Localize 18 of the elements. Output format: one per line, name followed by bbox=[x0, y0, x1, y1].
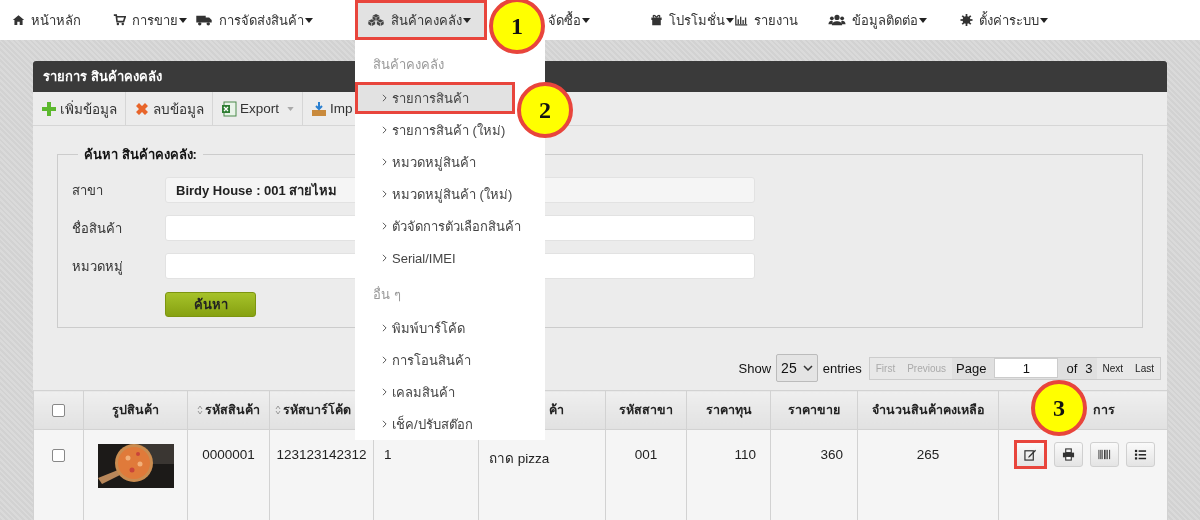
total-pages: 3 bbox=[1084, 360, 1094, 376]
table-cell: 360 bbox=[820, 447, 843, 462]
field-label: สาขา bbox=[72, 181, 104, 200]
table-cell: 123123142312 bbox=[276, 447, 367, 462]
table-cell: 0000001 bbox=[202, 447, 255, 462]
table-cell: 001 bbox=[634, 447, 658, 462]
table-cell: 110 bbox=[734, 447, 756, 462]
menu-heading: อื่น ๆ bbox=[372, 285, 402, 304]
of-label: of bbox=[1065, 360, 1079, 376]
entries-label: entries bbox=[822, 360, 862, 376]
table-cell: ถาด pizza bbox=[489, 451, 550, 466]
show-label: Show bbox=[738, 360, 772, 376]
table-cell: 1 bbox=[384, 447, 392, 462]
search-legend: ค้นหา สินค้าคงคลัง: bbox=[78, 144, 203, 165]
field-label: ชื่อสินค้า bbox=[72, 219, 123, 238]
page-label: Page bbox=[955, 360, 988, 376]
field-label: หมวดหมู่ bbox=[72, 257, 124, 277]
table-cell: 265 bbox=[916, 447, 940, 462]
